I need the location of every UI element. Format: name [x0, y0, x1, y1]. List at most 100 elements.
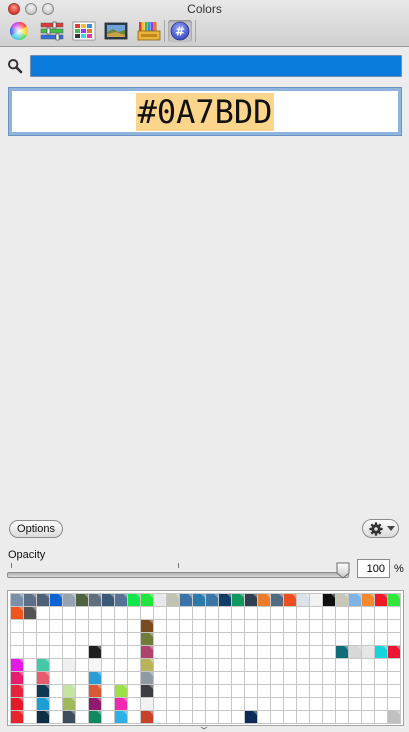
swatch-cell[interactable] — [310, 685, 322, 697]
swatch-cell[interactable] — [232, 594, 244, 606]
swatch-cell[interactable] — [180, 685, 192, 697]
swatch-cell[interactable] — [128, 672, 140, 684]
swatch-cell[interactable] — [63, 672, 75, 684]
swatch-cell[interactable] — [271, 672, 283, 684]
swatch-cell[interactable] — [349, 685, 361, 697]
search-input[interactable] — [30, 55, 402, 77]
swatch-cell[interactable] — [180, 620, 192, 632]
swatch-cell[interactable] — [128, 711, 140, 723]
swatch-cell[interactable] — [388, 607, 400, 619]
swatch-cell[interactable] — [128, 646, 140, 658]
swatch-cell[interactable] — [193, 646, 205, 658]
swatch-cell[interactable] — [11, 620, 23, 632]
swatch-cell[interactable] — [245, 607, 257, 619]
swatch-cell[interactable] — [349, 672, 361, 684]
swatch-cell[interactable] — [141, 594, 153, 606]
swatch-cell[interactable] — [388, 646, 400, 658]
swatch-cell[interactable] — [284, 594, 296, 606]
swatch-cell[interactable] — [102, 659, 114, 671]
swatch-cell[interactable] — [154, 594, 166, 606]
opacity-slider-thumb[interactable] — [336, 562, 350, 579]
swatch-cell[interactable] — [284, 646, 296, 658]
swatch-cell[interactable] — [102, 633, 114, 645]
swatch-cell[interactable] — [310, 607, 322, 619]
swatch-cell[interactable] — [271, 607, 283, 619]
swatch-cell[interactable] — [258, 646, 270, 658]
swatch-cell[interactable] — [37, 607, 49, 619]
swatch-cell[interactable] — [362, 698, 374, 710]
swatch-cell[interactable] — [102, 672, 114, 684]
swatch-cell[interactable] — [11, 698, 23, 710]
swatch-cell[interactable] — [115, 607, 127, 619]
swatch-cell[interactable] — [323, 620, 335, 632]
swatch-cell[interactable] — [63, 646, 75, 658]
swatch-cell[interactable] — [11, 594, 23, 606]
swatch-cell[interactable] — [219, 659, 231, 671]
swatch-cell[interactable] — [349, 646, 361, 658]
swatch-cell[interactable] — [167, 711, 179, 723]
swatch-cell[interactable] — [258, 607, 270, 619]
swatch-cell[interactable] — [63, 594, 75, 606]
swatch-cell[interactable] — [37, 594, 49, 606]
swatch-cell[interactable] — [89, 698, 101, 710]
swatch-cell[interactable] — [154, 607, 166, 619]
swatch-cell[interactable] — [375, 633, 387, 645]
swatch-cell[interactable] — [310, 646, 322, 658]
options-button[interactable]: Options — [9, 520, 63, 538]
swatch-cell[interactable] — [167, 594, 179, 606]
swatch-cell[interactable] — [206, 659, 218, 671]
swatch-cell[interactable] — [24, 659, 36, 671]
swatch-cell[interactable] — [336, 594, 348, 606]
swatch-cell[interactable] — [128, 698, 140, 710]
swatch-cell[interactable] — [141, 698, 153, 710]
opacity-value-field[interactable] — [357, 559, 390, 578]
swatch-cell[interactable] — [76, 646, 88, 658]
tab-color-sliders[interactable] — [40, 20, 64, 42]
swatch-cell[interactable] — [362, 607, 374, 619]
swatch-cell[interactable] — [37, 672, 49, 684]
swatch-cell[interactable] — [388, 685, 400, 697]
swatch-cell[interactable] — [232, 698, 244, 710]
swatch-cell[interactable] — [76, 672, 88, 684]
swatch-cell[interactable] — [180, 633, 192, 645]
swatch-cell[interactable] — [323, 646, 335, 658]
swatch-cell[interactable] — [180, 672, 192, 684]
swatch-cell[interactable] — [271, 685, 283, 697]
swatch-cell[interactable] — [362, 672, 374, 684]
swatch-cell[interactable] — [115, 633, 127, 645]
swatch-cell[interactable] — [141, 672, 153, 684]
swatch-cell[interactable] — [115, 711, 127, 723]
swatch-cell[interactable] — [336, 620, 348, 632]
swatch-cell[interactable] — [128, 594, 140, 606]
swatch-cell[interactable] — [89, 620, 101, 632]
swatch-cell[interactable] — [206, 646, 218, 658]
swatch-cell[interactable] — [297, 594, 309, 606]
swatch-cell[interactable] — [258, 685, 270, 697]
swatch-cell[interactable] — [180, 711, 192, 723]
swatch-cell[interactable] — [336, 711, 348, 723]
swatch-cell[interactable] — [206, 633, 218, 645]
swatch-cell[interactable] — [193, 607, 205, 619]
swatch-cell[interactable] — [24, 633, 36, 645]
swatch-cell[interactable] — [362, 594, 374, 606]
swatch-cell[interactable] — [310, 698, 322, 710]
swatch-cell[interactable] — [76, 685, 88, 697]
swatch-cell[interactable] — [141, 607, 153, 619]
swatch-cell[interactable] — [193, 698, 205, 710]
swatch-cell[interactable] — [102, 698, 114, 710]
swatch-cell[interactable] — [50, 633, 62, 645]
swatch-cell[interactable] — [11, 672, 23, 684]
swatch-cell[interactable] — [310, 620, 322, 632]
swatch-cell[interactable] — [50, 685, 62, 697]
swatch-cell[interactable] — [284, 711, 296, 723]
swatch-cell[interactable] — [375, 672, 387, 684]
swatch-cell[interactable] — [284, 659, 296, 671]
swatch-cell[interactable] — [219, 607, 231, 619]
swatch-cell[interactable] — [24, 685, 36, 697]
swatch-cell[interactable] — [128, 685, 140, 697]
swatch-cell[interactable] — [193, 659, 205, 671]
swatch-cell[interactable] — [349, 633, 361, 645]
swatch-cell[interactable] — [245, 620, 257, 632]
swatch-cell[interactable] — [11, 659, 23, 671]
swatch-cell[interactable] — [206, 711, 218, 723]
